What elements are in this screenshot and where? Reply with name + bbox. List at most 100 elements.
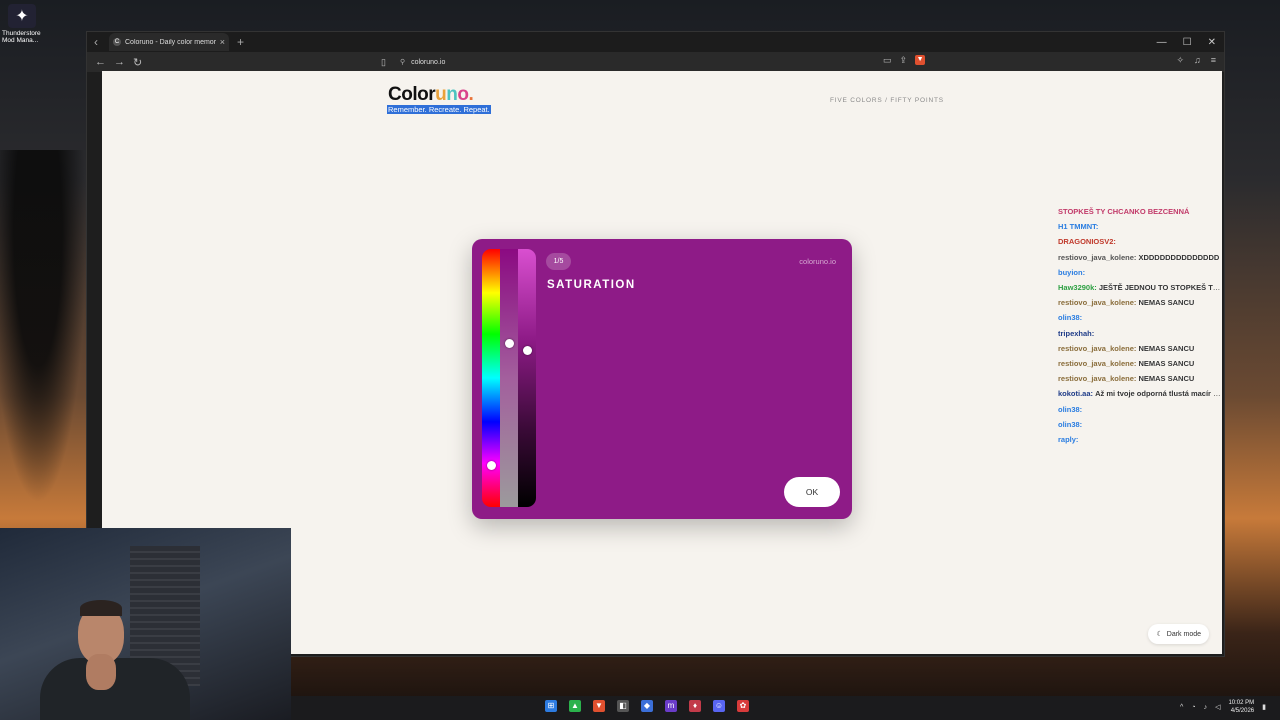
- saturation-slider[interactable]: [500, 249, 518, 507]
- notification-icon[interactable]: ▮: [1262, 703, 1266, 711]
- app-icon[interactable]: ◧: [617, 700, 629, 712]
- favicon-icon: C: [113, 38, 121, 46]
- saturation-slider-handle[interactable]: [505, 338, 514, 348]
- chat-username[interactable]: tripexhah:: [1058, 329, 1094, 338]
- clock-time: 10:02 PM: [1228, 700, 1255, 706]
- chat-username[interactable]: H1 TMMNT:: [1058, 222, 1098, 231]
- media-icon[interactable]: ♫: [1194, 55, 1201, 66]
- forward-icon[interactable]: →: [114, 56, 125, 68]
- chat-username[interactable]: kokoti.aa:: [1058, 389, 1093, 398]
- app-icon[interactable]: ✿: [737, 700, 749, 712]
- chat-message: restiovo_java_kolene: NEMAS SANCU: [1058, 341, 1223, 356]
- site-info-icon[interactable]: ⚲: [400, 58, 405, 66]
- streamer-hand: [86, 654, 116, 690]
- brave-shield-icon[interactable]: ▼: [915, 55, 926, 65]
- chat-text: NEMAS SANCU: [1138, 298, 1195, 308]
- chat-message: Haw3290k: JEŠTĚ JEDNOU TO STOPKEŠ TY CHC…: [1058, 280, 1223, 295]
- chat-message: STOPKEŠ TY CHCANKO BEZCENNÁ: [1058, 204, 1223, 219]
- ok-button[interactable]: OK: [784, 477, 840, 507]
- chat-message: restiovo_java_kolene: NEMAS SANCU: [1058, 371, 1223, 386]
- windows-taskbar: ⊞ ▲ ▼ ◧ ◆ m ♦ ☺ ✿ ^ ◔ ♪ ◁ 10:02 PM 4/5/2…: [291, 696, 1280, 720]
- chat-username[interactable]: Haw3290k:: [1058, 283, 1097, 292]
- moon-icon: ☾: [1156, 631, 1163, 638]
- chat-username[interactable]: restiovo_java_kolene:: [1058, 374, 1136, 383]
- chat-username[interactable]: DRAGONIOSV2:: [1058, 237, 1116, 246]
- chat-username[interactable]: restiovo_java_kolene:: [1058, 253, 1136, 262]
- chat-message: restiovo_java_kolene: NEMAS SANCU: [1058, 356, 1223, 371]
- extensions-icon[interactable]: ✧: [1176, 55, 1184, 66]
- chat-username[interactable]: olin38:: [1058, 420, 1082, 429]
- clock[interactable]: 10:02 PM 4/5/2026: [1228, 699, 1254, 715]
- network-icon[interactable]: ◔: [1191, 704, 1195, 711]
- cast-icon[interactable]: ▭: [883, 55, 892, 66]
- logo-prefix: Color: [388, 84, 436, 105]
- chat-username[interactable]: restiovo_java_kolene:: [1058, 359, 1136, 368]
- address-bar[interactable]: ▯ ⚲ coloruno.io: [381, 54, 941, 70]
- site-tagline: Remember. Recreate. Repeat.: [387, 105, 491, 114]
- site-logo[interactable]: Coloruno.: [388, 84, 474, 106]
- app-icon[interactable]: ▲: [569, 700, 581, 712]
- microphone-icon[interactable]: ♪: [1204, 704, 1208, 711]
- new-tab-icon[interactable]: +: [237, 35, 244, 49]
- brave-browser-icon[interactable]: ▼: [593, 700, 605, 712]
- back-icon[interactable]: ←: [95, 56, 106, 68]
- url-text: coloruno.io: [411, 58, 446, 66]
- stream-chat-overlay: STOPKEŠ TY CHCANKO BEZCENNÁ H1 TMMNT: DR…: [1058, 204, 1223, 447]
- minimize-icon[interactable]: —: [1157, 37, 1167, 48]
- chat-username[interactable]: restiovo_java_kolene:: [1058, 298, 1136, 307]
- chat-text: NEMAS SANCU: [1138, 359, 1195, 369]
- chat-message: DRAGONIOSV2:: [1058, 234, 1223, 249]
- chat-text: JEŠTĚ JEDNOU TO STOPKEŠ TY CHCANKO BEZCE…: [1098, 283, 1223, 293]
- browser-sidebar: [87, 72, 103, 529]
- start-icon[interactable]: ⊞: [545, 700, 557, 712]
- close-tab-icon[interactable]: ×: [220, 37, 225, 47]
- lightness-slider[interactable]: [518, 249, 536, 507]
- picker-mode-title: SATURATION: [547, 279, 636, 291]
- menu-icon[interactable]: ≡: [1211, 55, 1216, 66]
- discord-icon[interactable]: ☺: [713, 700, 725, 712]
- share-icon[interactable]: ⇪: [900, 55, 908, 66]
- chat-message: raply:: [1058, 432, 1223, 447]
- color-picker-card: 1/5 SATURATION coloruno.io OK: [472, 239, 852, 519]
- volume-icon[interactable]: ◁: [1215, 703, 1220, 711]
- desktop-shortcut-thunderstore[interactable]: ✦ Thunderstore Mod Mana...: [2, 4, 46, 44]
- toolbar-right: ✧ ♫ ≡: [1176, 55, 1216, 66]
- close-window-icon[interactable]: ✕: [1208, 37, 1216, 48]
- back-arrow-icon[interactable]: ‹: [87, 35, 105, 49]
- chat-username[interactable]: STOPKEŠ TY CHCANKO BEZCENNÁ: [1058, 207, 1189, 216]
- app-icon[interactable]: ♦: [689, 700, 701, 712]
- chat-username[interactable]: olin38:: [1058, 405, 1082, 414]
- bookmark-icon[interactable]: ▯: [381, 57, 386, 68]
- round-counter-badge: 1/5: [546, 253, 571, 270]
- chat-message: H1 TMMNT:: [1058, 219, 1223, 234]
- logo-dot: .: [468, 84, 474, 105]
- reload-icon[interactable]: ↻: [133, 56, 142, 69]
- dark-mode-toggle[interactable]: ☾ Dark mode: [1148, 624, 1209, 644]
- hue-slider-handle[interactable]: [487, 460, 496, 470]
- chat-username[interactable]: raply:: [1058, 435, 1078, 444]
- address-actions: ▭ ⇪ ▼: [883, 55, 926, 66]
- webcam-feed: [0, 528, 291, 720]
- chat-username[interactable]: restiovo_java_kolene:: [1058, 344, 1136, 353]
- chevron-up-icon[interactable]: ^: [1180, 704, 1183, 711]
- tab-title: Coloruno - Daily color memory g: [125, 38, 216, 46]
- window-controls: — ☐ ✕: [1157, 37, 1224, 48]
- chat-username[interactable]: olin38:: [1058, 313, 1082, 322]
- app-icon[interactable]: m: [665, 700, 677, 712]
- tab-bar: ‹ C Coloruno - Daily color memory g × + …: [87, 32, 1224, 52]
- desktop-wallpaper: [0, 150, 95, 550]
- game-rules-text: FIVE COLORS / FIFTY POINTS: [830, 97, 944, 104]
- chat-message: olin38:: [1058, 310, 1223, 325]
- clock-date: 4/5/2026: [1230, 708, 1255, 714]
- chat-message: buyion:: [1058, 265, 1223, 280]
- chat-username[interactable]: buyion:: [1058, 268, 1085, 277]
- tab-coloruno[interactable]: C Coloruno - Daily color memory g ×: [109, 33, 229, 51]
- chat-message: kokoti.aa: Až mi tvoje odporná tlustá ma…: [1058, 386, 1223, 401]
- streamer-hair: [80, 600, 122, 616]
- logo-letter: o: [457, 84, 469, 105]
- app-icon[interactable]: ◆: [641, 700, 653, 712]
- chat-text: NEMAS SANCU: [1138, 374, 1195, 384]
- chat-message: olin38:: [1058, 402, 1223, 417]
- maximize-icon[interactable]: ☐: [1183, 37, 1192, 48]
- thunderstore-icon: ✦: [8, 4, 36, 28]
